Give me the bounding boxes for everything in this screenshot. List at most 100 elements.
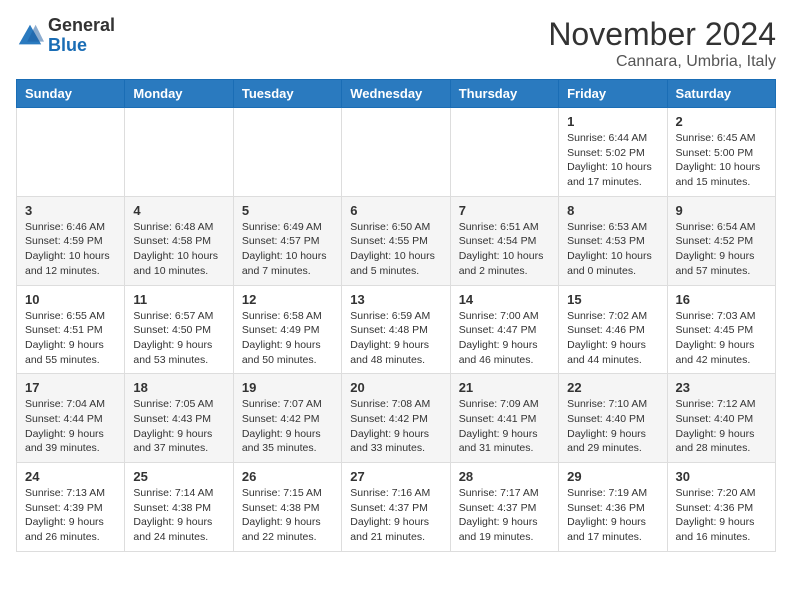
day-number: 1 (567, 114, 658, 129)
calendar-cell: 21 Sunrise: 7:09 AMSunset: 4:41 PMDayligh… (450, 374, 558, 463)
calendar-cell: 19Sunrise: 7:07 AMSunset: 4:42 PMDayligh… (233, 374, 341, 463)
day-number: 5 (242, 203, 333, 218)
day-info: Sunrise: 6:58 AMSunset: 4:49 PMDaylight:… (242, 309, 333, 368)
calendar-cell: 28Sunrise: 7:17 AMSunset: 4:37 PMDayligh… (450, 463, 558, 552)
header-row: Sunday Monday Tuesday Wednesday Thursday… (17, 80, 776, 108)
logo-icon (16, 22, 44, 50)
calendar-cell: 29Sunrise: 7:19 AMSunset: 4:36 PMDayligh… (559, 463, 667, 552)
col-wednesday: Wednesday (342, 80, 450, 108)
day-number: 3 (25, 203, 116, 218)
calendar-week-3: 10 Sunrise: 6:55 AMSunset: 4:51 PMDayligh… (17, 285, 776, 374)
day-number: 27 (350, 469, 441, 484)
calendar-week-5: 24Sunrise: 7:13 AMSunset: 4:39 PMDayligh… (17, 463, 776, 552)
day-info: Sunrise: 6:45 AMSunset: 5:00 PMDaylight:… (676, 131, 767, 190)
calendar-cell: 12 Sunrise: 6:58 AMSunset: 4:49 PMDayligh… (233, 285, 341, 374)
calendar-cell: 4Sunrise: 6:48 AMSunset: 4:58 PMDaylight… (125, 196, 233, 285)
day-number: 17 (25, 380, 116, 395)
calendar-cell (233, 108, 341, 197)
day-info: Sunrise: 6:59 AMSunset: 4:48 PMDaylight:… (350, 309, 441, 368)
logo-general: General (48, 16, 115, 36)
day-info: Sunrise: 7:03 AMSunset: 4:45 PMDaylight:… (676, 309, 767, 368)
calendar-cell (342, 108, 450, 197)
logo-text: General Blue (48, 16, 115, 56)
calendar-week-1: 1 Sunrise: 6:44 AMSunset: 5:02 PMDaylight… (17, 108, 776, 197)
day-info: Sunrise: 7:02 AMSunset: 4:46 PMDaylight:… (567, 309, 658, 368)
day-number: 8 (567, 203, 658, 218)
col-friday: Friday (559, 80, 667, 108)
day-number: 6 (350, 203, 441, 218)
calendar-cell (17, 108, 125, 197)
day-info: Sunrise: 7:04 AMSunset: 4:44 PMDaylight:… (25, 397, 116, 456)
page-header: General Blue November 2024 Cannara, Umbr… (16, 16, 776, 71)
title-block: November 2024 Cannara, Umbria, Italy (548, 16, 776, 71)
day-number: 12 (242, 292, 333, 307)
calendar-header: Sunday Monday Tuesday Wednesday Thursday… (17, 80, 776, 108)
day-number: 2 (676, 114, 767, 129)
day-info: Sunrise: 6:57 AMSunset: 4:50 PMDaylight:… (133, 309, 224, 368)
calendar-table: Sunday Monday Tuesday Wednesday Thursday… (16, 79, 776, 552)
calendar-cell: 7 Sunrise: 6:51 AMSunset: 4:54 PMDaylight… (450, 196, 558, 285)
day-info: Sunrise: 7:14 AMSunset: 4:38 PMDaylight:… (133, 486, 224, 545)
day-info: Sunrise: 7:20 AMSunset: 4:36 PMDaylight:… (676, 486, 767, 545)
calendar-cell: 18 Sunrise: 7:05 AMSunset: 4:43 PMDayligh… (125, 374, 233, 463)
calendar-cell: 14Sunrise: 7:00 AMSunset: 4:47 PMDayligh… (450, 285, 558, 374)
day-info: Sunrise: 7:17 AMSunset: 4:37 PMDaylight:… (459, 486, 550, 545)
calendar-week-2: 3Sunrise: 6:46 AMSunset: 4:59 PMDaylight… (17, 196, 776, 285)
day-number: 10 (25, 292, 116, 307)
day-number: 9 (676, 203, 767, 218)
day-info: Sunrise: 7:09 AMSunset: 4:41 PMDaylight:… (459, 397, 550, 456)
calendar-cell: 24Sunrise: 7:13 AMSunset: 4:39 PMDayligh… (17, 463, 125, 552)
calendar-cell: 8 Sunrise: 6:53 AMSunset: 4:53 PMDaylight… (559, 196, 667, 285)
day-number: 7 (459, 203, 550, 218)
day-number: 13 (350, 292, 441, 307)
day-info: Sunrise: 6:51 AMSunset: 4:54 PMDaylight:… (459, 220, 550, 279)
calendar-cell: 11 Sunrise: 6:57 AMSunset: 4:50 PMDayligh… (125, 285, 233, 374)
day-number: 18 (133, 380, 224, 395)
day-number: 11 (133, 292, 224, 307)
day-number: 23 (676, 380, 767, 395)
calendar-cell: 30 Sunrise: 7:20 AMSunset: 4:36 PMDayligh… (667, 463, 775, 552)
calendar-cell: 6 Sunrise: 6:50 AMSunset: 4:55 PMDaylight… (342, 196, 450, 285)
day-info: Sunrise: 6:55 AMSunset: 4:51 PMDaylight:… (25, 309, 116, 368)
day-number: 21 (459, 380, 550, 395)
day-number: 29 (567, 469, 658, 484)
day-number: 26 (242, 469, 333, 484)
day-number: 19 (242, 380, 333, 395)
day-number: 15 (567, 292, 658, 307)
day-info: Sunrise: 7:05 AMSunset: 4:43 PMDaylight:… (133, 397, 224, 456)
day-number: 20 (350, 380, 441, 395)
calendar-cell: 3Sunrise: 6:46 AMSunset: 4:59 PMDaylight… (17, 196, 125, 285)
day-number: 24 (25, 469, 116, 484)
day-info: Sunrise: 6:44 AMSunset: 5:02 PMDaylight:… (567, 131, 658, 190)
calendar-week-4: 17 Sunrise: 7:04 AMSunset: 4:44 PMDayligh… (17, 374, 776, 463)
day-info: Sunrise: 7:12 AMSunset: 4:40 PMDaylight:… (676, 397, 767, 456)
location-subtitle: Cannara, Umbria, Italy (548, 53, 776, 71)
calendar-cell: 27 Sunrise: 7:16 AMSunset: 4:37 PMDayligh… (342, 463, 450, 552)
day-info: Sunrise: 6:50 AMSunset: 4:55 PMDaylight:… (350, 220, 441, 279)
day-number: 4 (133, 203, 224, 218)
day-number: 30 (676, 469, 767, 484)
col-saturday: Saturday (667, 80, 775, 108)
calendar-cell: 23 Sunrise: 7:12 AMSunset: 4:40 PMDayligh… (667, 374, 775, 463)
month-title: November 2024 (548, 16, 776, 53)
day-info: Sunrise: 6:53 AMSunset: 4:53 PMDaylight:… (567, 220, 658, 279)
calendar-cell: 16 Sunrise: 7:03 AMSunset: 4:45 PMDayligh… (667, 285, 775, 374)
logo-blue: Blue (48, 36, 115, 56)
day-info: Sunrise: 6:49 AMSunset: 4:57 PMDaylight:… (242, 220, 333, 279)
day-number: 16 (676, 292, 767, 307)
col-thursday: Thursday (450, 80, 558, 108)
day-info: Sunrise: 7:15 AMSunset: 4:38 PMDaylight:… (242, 486, 333, 545)
day-info: Sunrise: 6:54 AMSunset: 4:52 PMDaylight:… (676, 220, 767, 279)
calendar-body: 1 Sunrise: 6:44 AMSunset: 5:02 PMDaylight… (17, 108, 776, 552)
day-number: 25 (133, 469, 224, 484)
calendar-cell: 15 Sunrise: 7:02 AMSunset: 4:46 PMDayligh… (559, 285, 667, 374)
calendar-cell: 20Sunrise: 7:08 AMSunset: 4:42 PMDayligh… (342, 374, 450, 463)
calendar-cell: 22Sunrise: 7:10 AMSunset: 4:40 PMDayligh… (559, 374, 667, 463)
calendar-cell: 13 Sunrise: 6:59 AMSunset: 4:48 PMDayligh… (342, 285, 450, 374)
day-number: 22 (567, 380, 658, 395)
col-monday: Monday (125, 80, 233, 108)
calendar-cell: 5 Sunrise: 6:49 AMSunset: 4:57 PMDaylight… (233, 196, 341, 285)
day-info: Sunrise: 7:16 AMSunset: 4:37 PMDaylight:… (350, 486, 441, 545)
calendar-cell: 9 Sunrise: 6:54 AMSunset: 4:52 PMDaylight… (667, 196, 775, 285)
calendar-cell: 26 Sunrise: 7:15 AMSunset: 4:38 PMDayligh… (233, 463, 341, 552)
